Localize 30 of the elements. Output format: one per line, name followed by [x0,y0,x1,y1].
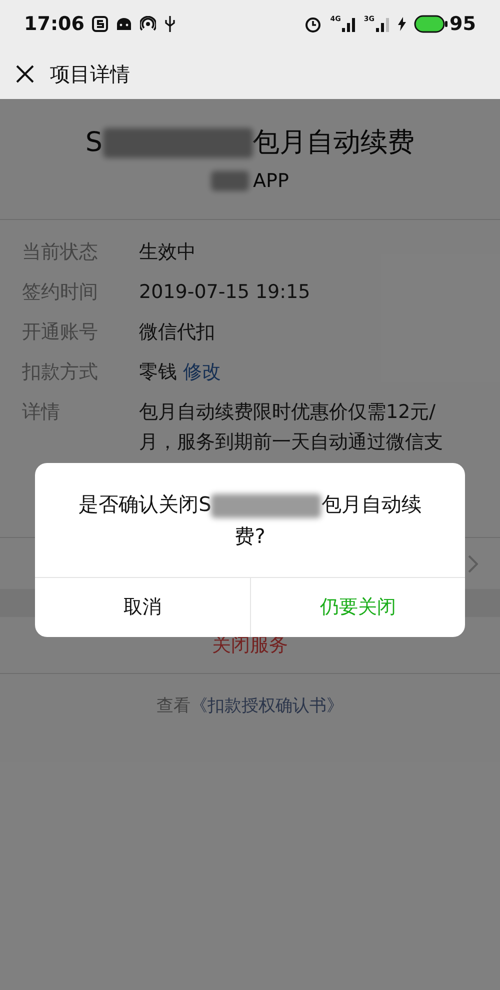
edit-link[interactable]: 修改 [183,357,221,387]
field-value: 2019-07-15 19:15 [139,280,310,305]
service-title: S 包月自动续费 [85,126,415,160]
field-value: 零钱 [139,360,177,385]
app-name: APP [211,167,289,196]
field-value: 微信代扣 [139,320,215,345]
charging-bolt-icon [398,17,406,31]
view-label: 查看 [156,695,190,718]
usb-icon [164,15,176,33]
field-value: 包月自动续费限时优惠价仅需12元/月，服务到期前一天自动通过微信支 [139,400,444,455]
close-icon[interactable] [16,64,34,82]
signal-icon [376,16,390,32]
field-label: 签约时间 [22,280,99,305]
confirm-button[interactable]: 仍要关闭 [250,578,465,637]
app-logo-icon [92,16,108,32]
field-value: 生效中 [139,240,196,265]
page-title: 项目详情 [50,60,130,88]
agreement-link[interactable]: 《扣款授权确认书》 [190,694,344,720]
field-label: 开通账号 [22,320,99,345]
android-icon [116,17,132,31]
hotspot-icon [140,16,156,32]
battery-icon [414,15,448,33]
alarm-icon [304,15,322,33]
field-label: 详情 [22,400,61,425]
dialog-message: 是否确认关闭S 包月自动续费? [78,491,422,550]
field-label: 扣款方式 [22,360,99,385]
battery-percent: 95 [450,12,476,37]
field-label: 当前状态 [22,240,99,265]
signal-icon [342,16,356,32]
clock-time: 17:06 [24,12,84,37]
